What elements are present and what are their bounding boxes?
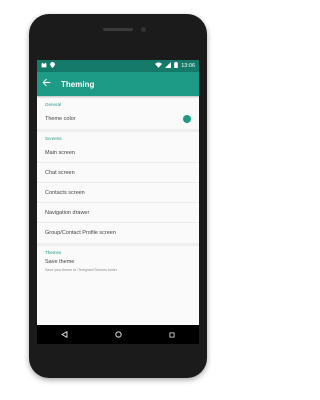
screen-item-label: Group/Contact Profile screen: [45, 230, 116, 236]
cat-icon: [41, 62, 47, 70]
save-theme-row[interactable]: Save theme Save your theme to /Telegram/…: [37, 257, 199, 276]
battery-icon: [174, 62, 179, 70]
screen-item-label: Navigation drawer: [45, 209, 90, 216]
screen-item-label: Contacts screen: [45, 189, 85, 196]
section-header-general: General: [45, 102, 62, 107]
theme-color-row[interactable]: Theme color: [37, 109, 199, 129]
location-icon: [50, 62, 55, 70]
screen-item-main[interactable]: Main screen: [37, 143, 199, 163]
screen-item-navigation-drawer[interactable]: Navigation drawer: [37, 203, 199, 223]
back-triangle-icon[interactable]: [60, 331, 68, 338]
screen-item-chat[interactable]: Chat screen: [37, 163, 199, 183]
earpiece-speaker: [103, 28, 133, 31]
status-left: [41, 62, 55, 70]
signal-icon: [165, 62, 172, 70]
status-right: 13:06: [155, 62, 195, 70]
navigation-bar: [37, 325, 199, 344]
save-theme-subtitle: Save your theme to /Telegram/Themes fold…: [45, 268, 117, 272]
arrow-back-icon[interactable]: [42, 78, 51, 90]
save-theme-title: Save theme: [45, 259, 75, 265]
screen-item-label: Chat screen: [45, 169, 75, 176]
section-header-screens: Screens: [45, 136, 62, 141]
page-title: Theming: [61, 79, 95, 89]
recents-square-icon[interactable]: [169, 331, 175, 338]
screen-item-contacts[interactable]: Contacts screen: [37, 183, 199, 203]
theme-color-swatch: [183, 115, 191, 123]
home-circle-icon[interactable]: [115, 331, 122, 338]
section-header-themes: Themes: [45, 250, 62, 255]
screen-item-profile[interactable]: Group/Contact Profile screen: [37, 223, 199, 243]
status-time: 13:06: [181, 63, 195, 69]
theme-color-label: Theme color: [45, 116, 76, 122]
screen-item-label: Main screen: [45, 149, 75, 156]
app-bar: Theming: [37, 72, 199, 96]
wifi-icon: [155, 62, 163, 70]
status-bar: 13:06: [37, 60, 199, 72]
front-camera: [141, 27, 146, 32]
settings-list: General Theme color Screens Main screen …: [37, 96, 199, 276]
screen: 13:06 Theming General Theme color Screen…: [37, 60, 199, 344]
phone-frame: 13:06 Theming General Theme color Screen…: [29, 14, 207, 378]
